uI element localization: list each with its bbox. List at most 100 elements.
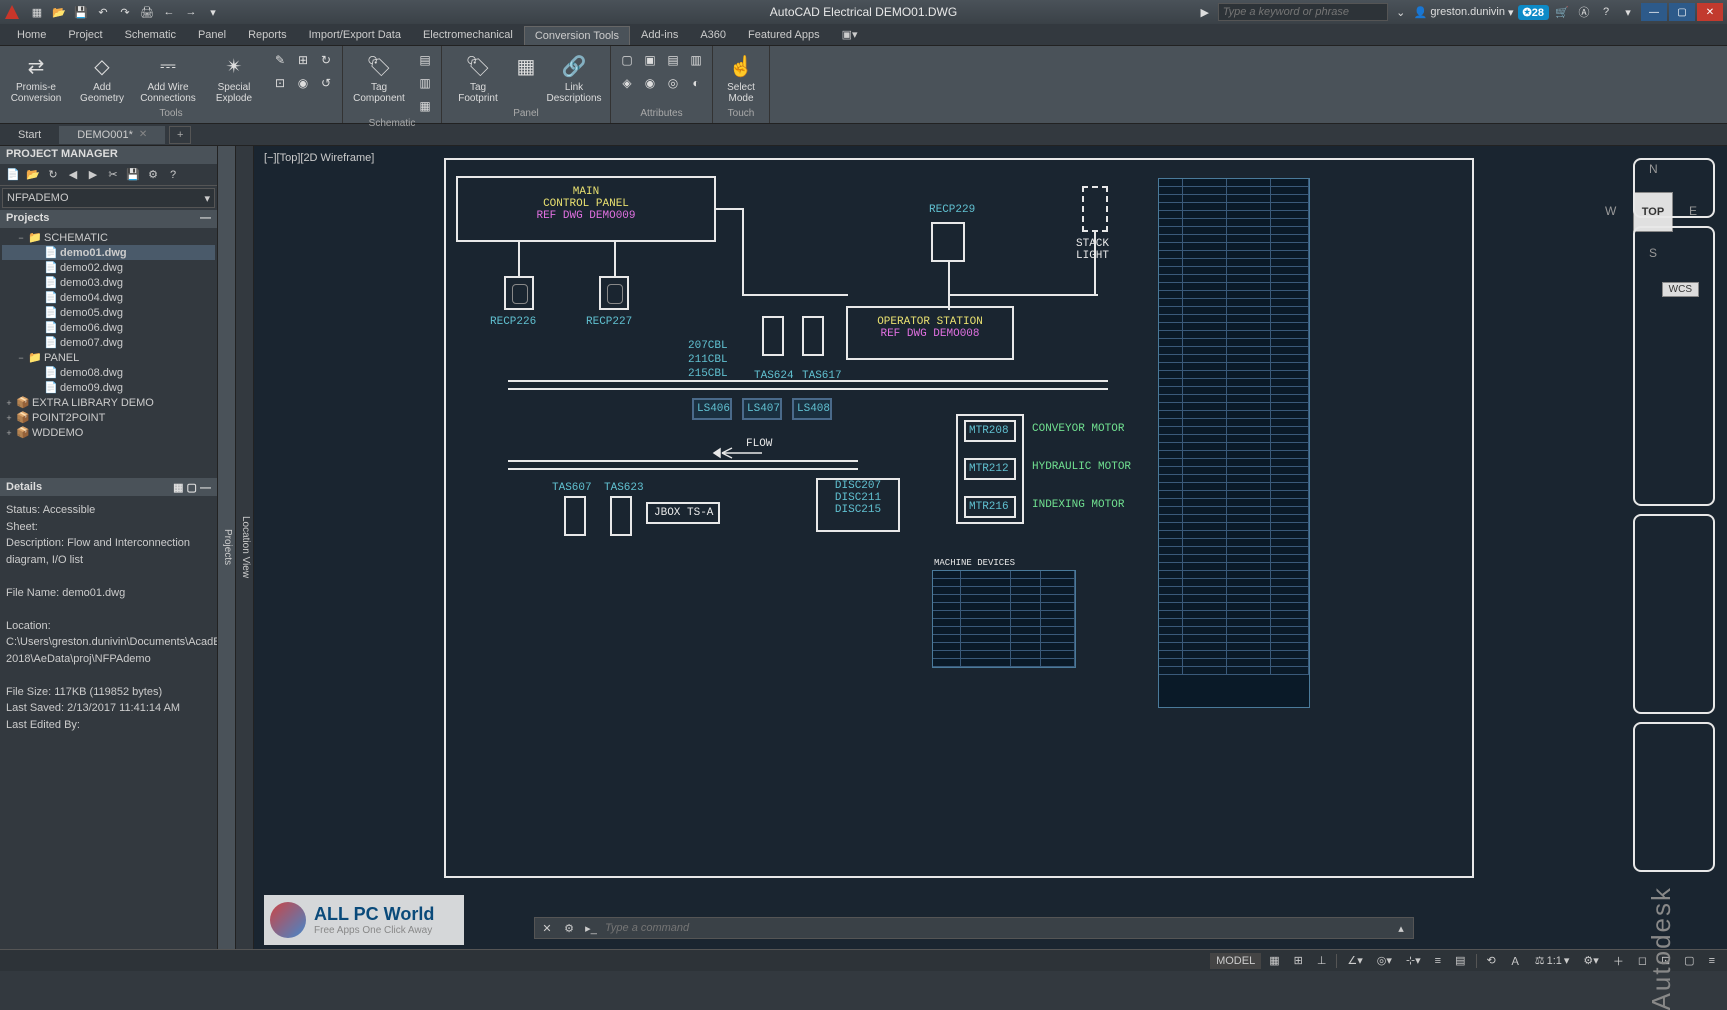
tree-panel[interactable]: −📁PANEL <box>2 350 215 365</box>
cmd-history-icon[interactable]: ▴ <box>1393 920 1409 936</box>
tree-schematic[interactable]: −📁SCHEMATIC <box>2 230 215 245</box>
minimize-button[interactable]: — <box>1641 3 1667 21</box>
notification-badge[interactable]: ✪28 <box>1518 5 1549 20</box>
attr-btn-3[interactable]: ▤ <box>663 50 683 70</box>
drawing-canvas[interactable]: [−][Top][2D Wireframe] N E S W TOP WCS A… <box>254 146 1727 949</box>
osnap-icon[interactable]: ◎▾ <box>1371 952 1398 969</box>
play-icon[interactable]: ▶ <box>1196 3 1214 21</box>
otrack-icon[interactable]: ⊹▾ <box>1400 952 1427 969</box>
attr-btn-8[interactable]: ◐ <box>686 73 706 93</box>
prev-icon[interactable]: ← <box>160 3 178 21</box>
tab-a360[interactable]: A360 <box>689 25 737 45</box>
pm-cut-icon[interactable]: ✂ <box>104 166 122 184</box>
cmd-close-icon[interactable]: ✕ <box>539 920 555 936</box>
app-store-icon[interactable]: Ⓐ <box>1575 3 1593 21</box>
tool-btn-1[interactable]: ✎ <box>270 50 290 70</box>
tab-import-export[interactable]: Import/Export Data <box>298 25 412 45</box>
tree-file[interactable]: 📄demo05.dwg <box>2 305 215 320</box>
attr-btn-1[interactable]: ▢ <box>617 50 637 70</box>
link-descriptions-button[interactable]: 🔗Link Descriptions <box>544 50 604 106</box>
close-tab-icon[interactable]: ✕ <box>139 129 147 140</box>
tree-p2p[interactable]: +📦POINT2POINT <box>2 410 215 425</box>
attr-btn-7[interactable]: ◎ <box>663 73 683 93</box>
polar-icon[interactable]: ∠▾ <box>1341 952 1368 969</box>
tab-featured-apps[interactable]: Featured Apps <box>737 25 831 45</box>
attr-btn-2[interactable]: ▣ <box>640 50 660 70</box>
exchange-icon[interactable]: 🛒 <box>1553 3 1571 21</box>
maximize-button[interactable]: ▢ <box>1669 3 1695 21</box>
select-mode-button[interactable]: ☝Select Mode <box>719 50 763 106</box>
tree-file[interactable]: 📄demo07.dwg <box>2 335 215 350</box>
sch-btn-3[interactable]: ▦ <box>415 96 435 116</box>
annotation-icon[interactable]: Ａ <box>1504 951 1527 971</box>
pm-gear-icon[interactable]: ⚙ <box>144 166 162 184</box>
ribbon-expand-icon[interactable]: ▣▾ <box>831 24 869 45</box>
close-button[interactable]: ✕ <box>1697 3 1723 21</box>
grid-icon[interactable]: ▦ <box>1263 952 1285 969</box>
customize-icon[interactable]: ≡ <box>1703 953 1721 969</box>
tab-schematic[interactable]: Schematic <box>114 25 187 45</box>
tree-file[interactable]: 📄demo09.dwg <box>2 380 215 395</box>
tab-project[interactable]: Project <box>57 25 113 45</box>
tree-file[interactable]: 📄demo01.dwg <box>2 245 215 260</box>
pm-open-icon[interactable]: 📂 <box>24 166 42 184</box>
help-icon[interactable]: ? <box>1597 3 1615 21</box>
anno-monitor-icon[interactable]: ＋ <box>1607 951 1630 971</box>
redo-icon[interactable]: ↷ <box>116 3 134 21</box>
tool-btn-3[interactable]: ↻ <box>316 50 336 70</box>
attr-btn-6[interactable]: ◉ <box>640 73 660 93</box>
tool-btn-2[interactable]: ⊞ <box>293 50 313 70</box>
doc-tab-start[interactable]: Start <box>0 126 59 144</box>
pm-prev-icon[interactable]: ◀ <box>64 166 82 184</box>
next-icon[interactable]: → <box>182 3 200 21</box>
pm-next-icon[interactable]: ▶ <box>84 166 102 184</box>
tag-component-button[interactable]: 🏷Tag Component <box>349 50 409 106</box>
cmd-config-icon[interactable]: ⚙ <box>561 920 577 936</box>
pm-refresh-icon[interactable]: ↻ <box>44 166 62 184</box>
open-icon[interactable]: 📂 <box>50 3 68 21</box>
signin-dropdown-icon[interactable]: ⌄ <box>1392 3 1410 21</box>
undo-icon[interactable]: ↶ <box>94 3 112 21</box>
snap-icon[interactable]: ⊞ <box>1288 952 1309 969</box>
pm-save-icon[interactable]: 💾 <box>124 166 142 184</box>
tool-btn-6[interactable]: ↺ <box>316 73 336 93</box>
tree-extra[interactable]: +📦EXTRA LIBRARY DEMO <box>2 395 215 410</box>
tree-file[interactable]: 📄demo03.dwg <box>2 275 215 290</box>
plot-icon[interactable]: 🖨 <box>138 3 156 21</box>
add-geometry-button[interactable]: ◇Add Geometry <box>72 50 132 106</box>
new-icon[interactable]: ▦ <box>28 3 46 21</box>
details-header[interactable]: Details▦ ▢ — <box>0 478 217 496</box>
tab-panel[interactable]: Panel <box>187 25 237 45</box>
tab-electromechanical[interactable]: Electromechanical <box>412 25 524 45</box>
sel-cycling-icon[interactable]: ⟲ <box>1481 952 1502 969</box>
transparency-icon[interactable]: ▤ <box>1449 952 1471 969</box>
help-dropdown-icon[interactable]: ▾ <box>1619 3 1637 21</box>
doc-tab-active[interactable]: DEMO001*✕ <box>59 126 165 144</box>
panel-mid-button[interactable]: ▦ <box>514 50 538 82</box>
help-search-input[interactable] <box>1218 3 1388 21</box>
attr-btn-5[interactable]: ◈ <box>617 73 637 93</box>
tree-wd[interactable]: +📦WDDEMO <box>2 425 215 440</box>
tree-file[interactable]: 📄demo08.dwg <box>2 365 215 380</box>
sch-btn-1[interactable]: ▤ <box>415 50 435 70</box>
tree-file[interactable]: 📄demo06.dwg <box>2 320 215 335</box>
pm-new-icon[interactable]: 📄 <box>4 166 22 184</box>
add-tab-button[interactable]: + <box>169 126 191 144</box>
workspace-icon[interactable]: ⚙▾ <box>1577 952 1604 969</box>
save-icon[interactable]: 💾 <box>72 3 90 21</box>
user-menu[interactable]: 👤 greston.dunivin ▾ <box>1414 6 1514 19</box>
promise-conversion-button[interactable]: ⇄Promis-e Conversion <box>6 50 66 106</box>
tree-file[interactable]: 📄demo04.dwg <box>2 290 215 305</box>
tool-btn-5[interactable]: ◉ <box>293 73 313 93</box>
qat-dropdown-icon[interactable]: ▾ <box>204 3 222 21</box>
lineweight-icon[interactable]: ≡ <box>1429 953 1447 969</box>
add-wire-connections-button[interactable]: ⎓Add Wire Connections <box>138 50 198 106</box>
sch-btn-2[interactable]: ▥ <box>415 73 435 93</box>
special-explode-button[interactable]: ✴Special Explode <box>204 50 264 106</box>
clean-screen-icon[interactable]: ▢ <box>1678 952 1700 969</box>
tag-footprint-button[interactable]: 🏷Tag Footprint <box>448 50 508 106</box>
tab-conversion-tools[interactable]: Conversion Tools <box>524 26 630 45</box>
tab-home[interactable]: Home <box>6 25 57 45</box>
tree-file[interactable]: 📄demo02.dwg <box>2 260 215 275</box>
pm-help-icon[interactable]: ? <box>164 166 182 184</box>
